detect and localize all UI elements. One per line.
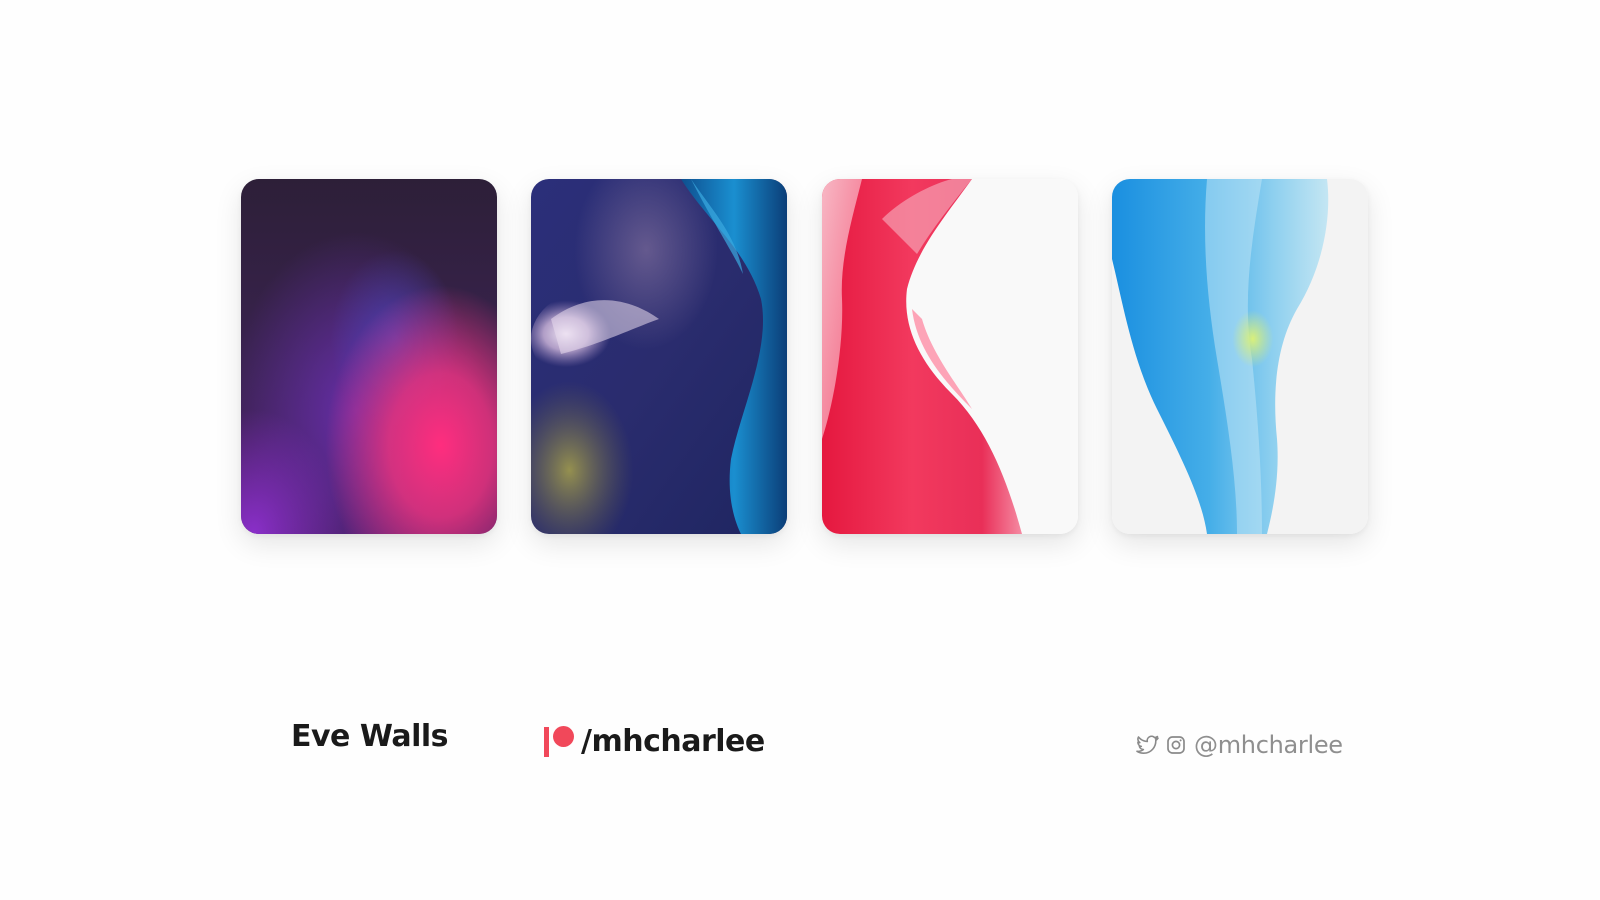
wallpaper-image-3 [822,179,1078,534]
patreon-logo-icon [543,725,579,759]
wallpaper-image-1 [241,179,497,534]
app-title: Eve Walls [291,719,449,754]
wallpaper-image-2 [531,179,787,534]
wallpaper-card-2[interactable] [531,179,787,534]
twitter-icon[interactable] [1136,735,1160,755]
instagram-icon[interactable] [1166,735,1186,755]
patreon-link[interactable]: /mhcharlee [543,722,765,762]
wallpaper-gallery [0,0,1600,900]
wallpaper-card-4[interactable] [1112,179,1368,534]
wallpaper-card-3[interactable] [822,179,1078,534]
social-handle[interactable]: @mhcharlee [1194,733,1343,757]
patreon-handle[interactable]: /mhcharlee [581,727,765,757]
social-links: @mhcharlee [1136,730,1343,760]
wallpaper-card-1[interactable] [241,179,497,534]
wallpaper-image-4 [1112,179,1368,534]
